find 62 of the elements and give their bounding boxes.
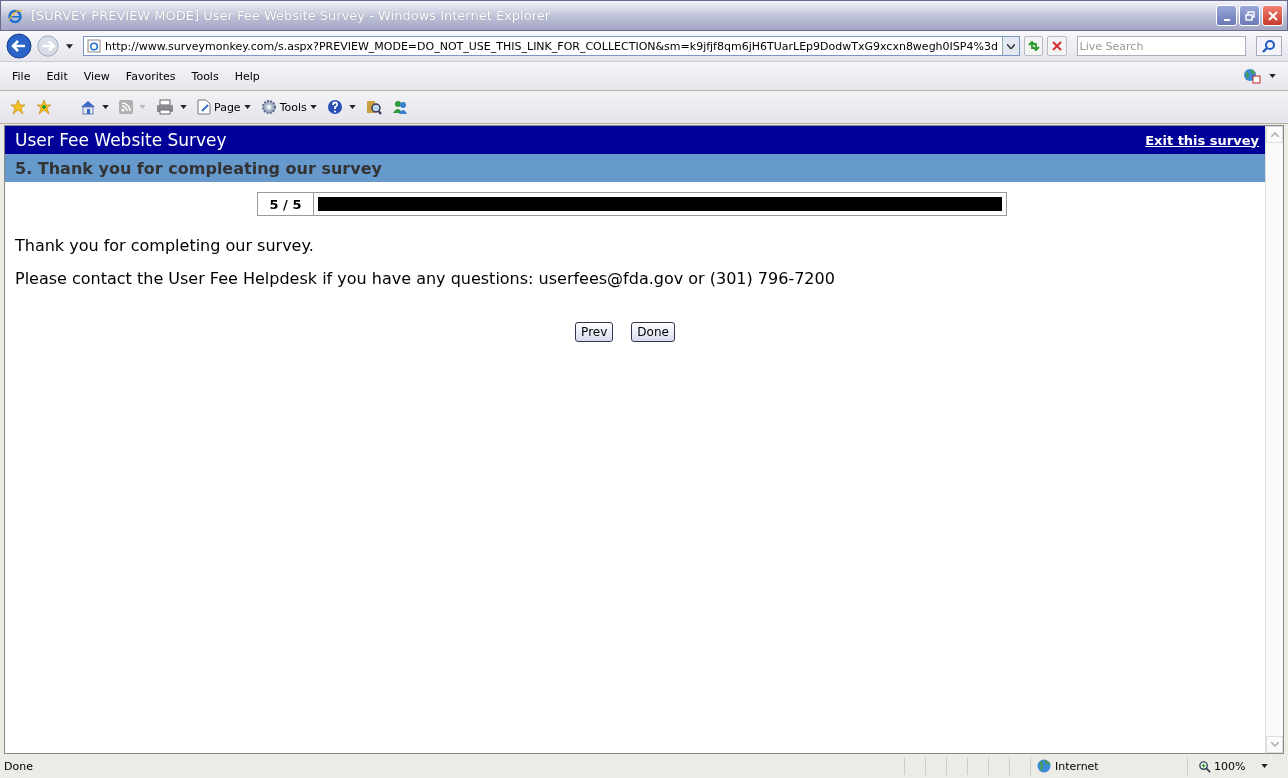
minimize-button[interactable]	[1216, 5, 1237, 26]
menu-item[interactable]: Help	[234, 69, 260, 83]
menu-item[interactable]: Favorites	[125, 69, 176, 83]
chevron-up-icon	[1270, 132, 1279, 137]
section-heading: 5. Thank you for compleating our survey	[5, 154, 1265, 182]
menu-item[interactable]: View	[83, 69, 110, 83]
chevron-down-icon	[1270, 742, 1279, 747]
caret-icon[interactable]	[1261, 764, 1268, 768]
status-text: Done	[4, 759, 33, 773]
caret-icon	[139, 105, 146, 109]
caret-icon	[243, 105, 251, 109]
search-icon	[1261, 39, 1276, 53]
feed-icon	[119, 100, 133, 114]
caret-icon[interactable]	[1269, 74, 1276, 78]
window-title: [SURVEY PREVIEW MODE] User Fee Website Survey - Windows Internet Explorer	[31, 8, 552, 23]
caret-icon[interactable]	[102, 105, 109, 109]
page-menu-button[interactable]: Page	[197, 99, 251, 115]
body-text: Thank you for completing our survey.	[15, 236, 315, 255]
page-icon	[197, 99, 211, 115]
progress-label: 5 / 5	[257, 192, 314, 216]
research-icon[interactable]	[365, 99, 382, 115]
print-icon[interactable]	[156, 99, 174, 115]
exit-link[interactable]: Exit this survey	[1145, 132, 1259, 148]
star-icon[interactable]	[10, 99, 26, 115]
zoom-button[interactable]: 100%	[1187, 757, 1261, 775]
restore-button[interactable]	[1239, 5, 1260, 26]
home-icon[interactable]	[80, 99, 96, 115]
menu-item[interactable]: Tools	[191, 69, 219, 83]
caret-icon	[309, 105, 317, 109]
caret-icon[interactable]	[66, 43, 73, 49]
tools-menu-button[interactable]: Tools	[260, 99, 317, 115]
page-icon	[86, 39, 101, 53]
help-icon[interactable]	[326, 99, 343, 115]
globe-icon[interactable]	[1243, 68, 1261, 84]
close-icon	[1050, 40, 1063, 52]
globe-icon	[1037, 759, 1051, 773]
body-text: Please contact the User Fee Helpdesk if you have any questions: userfees@fda.gov or (301) 796-7200	[15, 269, 836, 288]
caret-icon[interactable]	[348, 105, 356, 109]
close-button[interactable]	[1262, 5, 1283, 26]
search-button[interactable]	[1255, 36, 1282, 56]
gear-icon	[260, 99, 277, 115]
messenger-icon[interactable]	[391, 99, 408, 115]
zone-text: Internet	[1055, 759, 1099, 773]
zoom-icon	[1198, 759, 1211, 773]
restore-icon	[1244, 10, 1255, 21]
done-button[interactable]: Done	[631, 322, 675, 342]
browser-logo-icon	[7, 7, 23, 24]
close-icon	[1267, 10, 1278, 21]
minimize-icon	[1223, 18, 1230, 21]
menu-item[interactable]: File	[12, 69, 31, 83]
survey-title: User Fee Website Survey	[15, 130, 227, 150]
prev-button[interactable]: Prev	[575, 322, 614, 342]
address-dropdown-button[interactable]	[1001, 37, 1019, 55]
refresh-icon	[1026, 39, 1041, 53]
chevron-down-icon	[1006, 43, 1015, 49]
menu-item[interactable]: Edit	[46, 69, 68, 83]
stop-button[interactable]	[1047, 36, 1067, 56]
search-field[interactable]: Live Search	[1076, 36, 1246, 56]
back-button[interactable]	[6, 33, 32, 59]
address-field[interactable]: http://www.surveymonkey.com/s.aspx?PREVIEW_MODE=DO_NOT_USE_THIS_LINK_FOR_COLLECTION&sm=k9jfjf8qm6jH6TUarLEp9DodwTxG9xcxn8wegh0ISP4%3d	[82, 36, 1020, 56]
add-star-icon[interactable]	[36, 99, 52, 115]
caret-icon[interactable]	[180, 105, 187, 109]
